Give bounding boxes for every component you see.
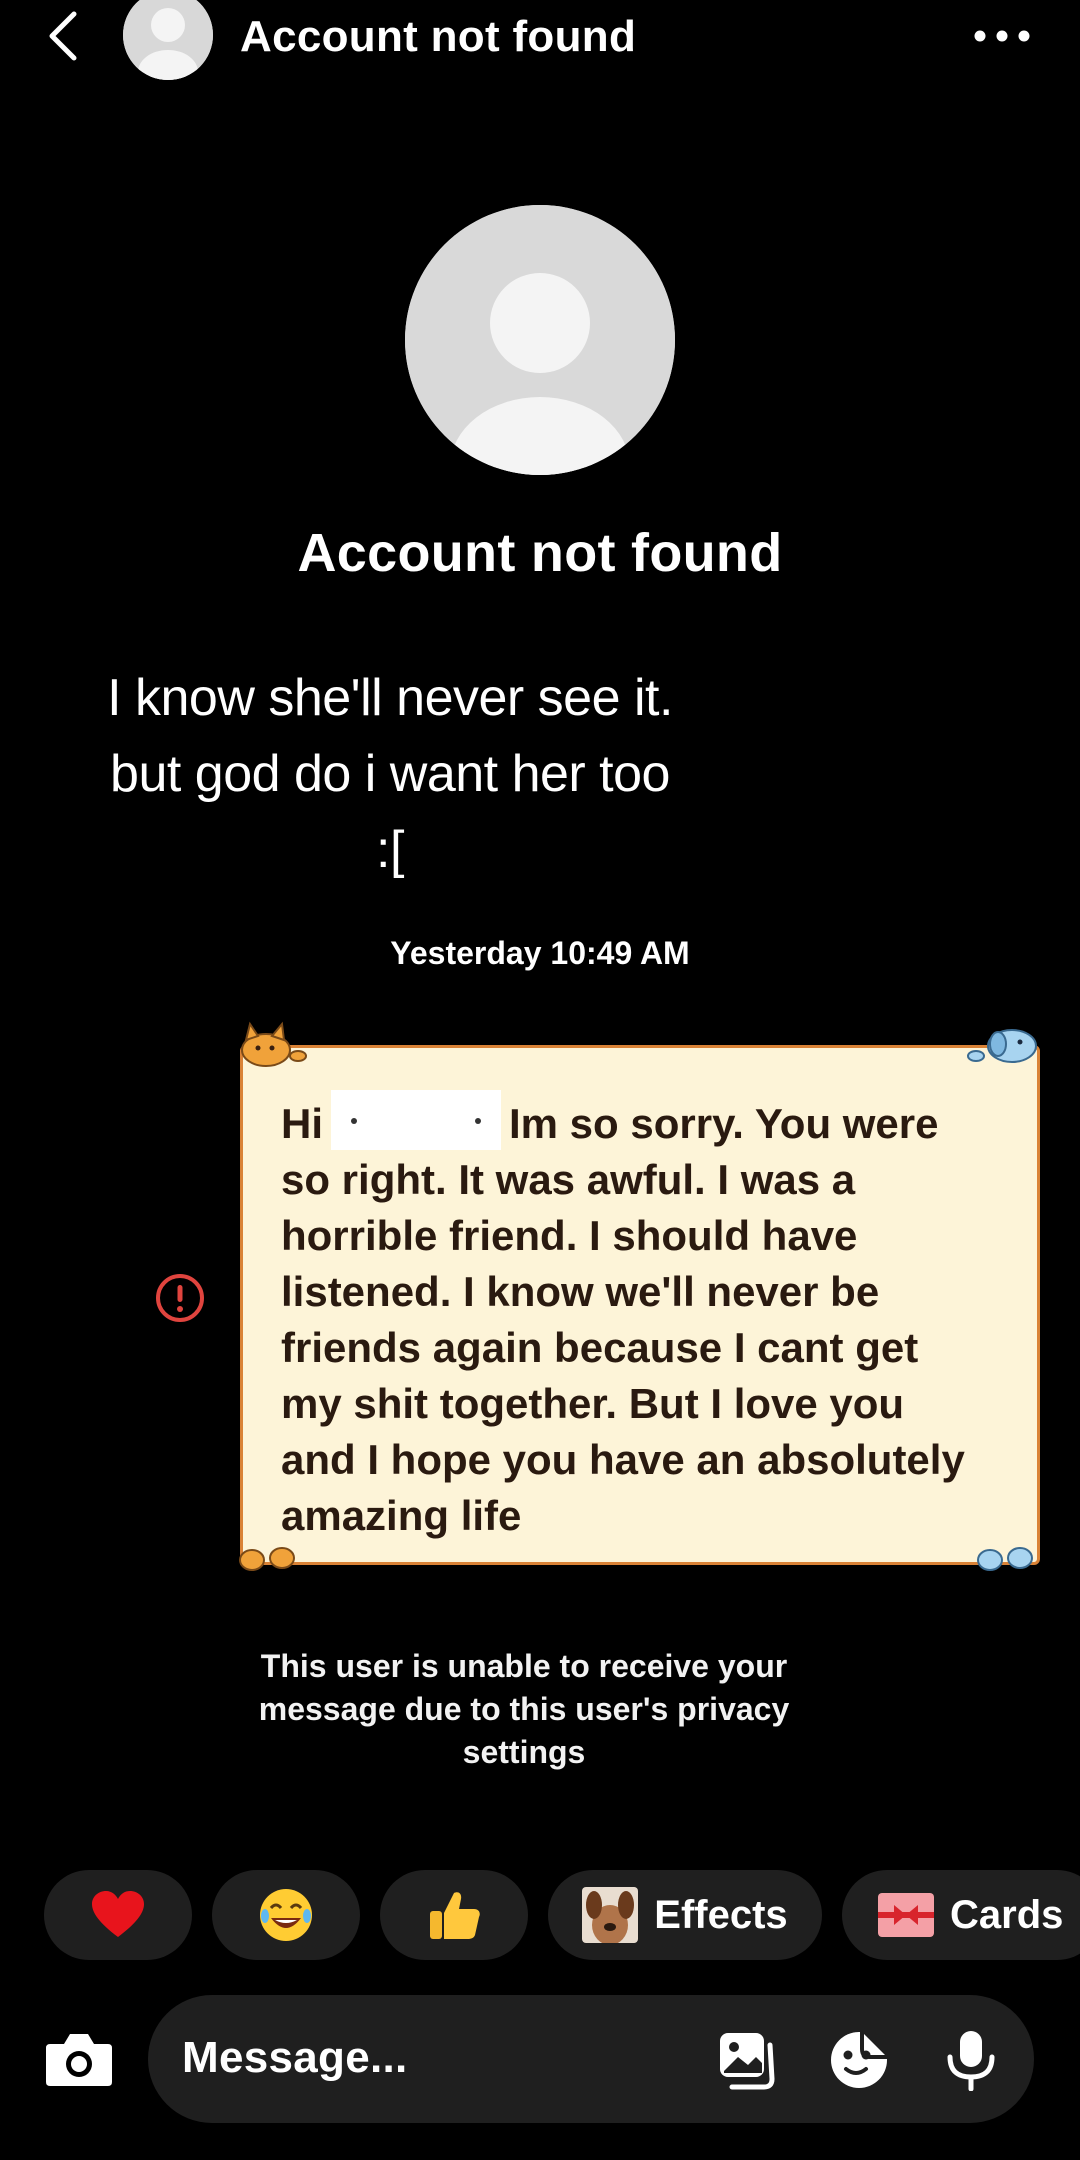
default-avatar-icon: [123, 0, 213, 80]
caption-line: I know she'll never see it.: [107, 669, 673, 727]
message-line: so right. It was awful. I was a: [281, 1156, 856, 1203]
note-line: settings: [462, 1734, 586, 1770]
effects-thumbnail: [582, 1887, 639, 1943]
paw-sticker-icon: [977, 1547, 1033, 1571]
redacted-name: [331, 1090, 501, 1150]
message-bubble[interactable]: Hi Im so sorry. You were so right. It was…: [240, 1045, 1040, 1565]
message-composer[interactable]: Message...: [148, 1995, 1034, 2123]
effects-button[interactable]: Effects: [548, 1870, 822, 1960]
dog-filter-icon: [582, 1887, 639, 1943]
message-timestamp: Yesterday 10:49 AM: [390, 935, 690, 971]
heart-icon: [92, 1891, 144, 1937]
delivery-failure-note: This user is unable to receive your mess…: [0, 1645, 1048, 1774]
quick-reaction-thumbs-up[interactable]: [380, 1870, 528, 1960]
cards-label: Cards: [950, 1892, 1064, 1937]
header-avatar[interactable]: [123, 0, 213, 80]
header-title[interactable]: Account not found: [240, 12, 636, 62]
profile-name: Account not found: [297, 523, 783, 583]
message-line: Im so sorry. You were: [509, 1100, 939, 1147]
camera-icon: [46, 2034, 112, 2086]
gallery-icon[interactable]: [716, 2029, 778, 2091]
message-line: and I hope you have an absolutely: [281, 1436, 965, 1483]
profile-avatar[interactable]: [405, 205, 675, 475]
quick-reaction-heart[interactable]: [44, 1870, 192, 1960]
laughing-face-icon: [260, 1889, 312, 1941]
note-line: This user is unable to receive your: [260, 1648, 788, 1684]
microphone-icon[interactable]: [940, 2029, 1002, 2091]
error-alert-icon[interactable]: [154, 1272, 206, 1324]
message-line: amazing life: [281, 1492, 522, 1539]
thumbs-up-icon: [430, 1892, 480, 1939]
caption-line: :[: [376, 821, 404, 879]
quick-reaction-laugh[interactable]: [212, 1870, 360, 1960]
note-line: message due to this user's privacy: [258, 1691, 790, 1727]
cards-button[interactable]: Cards: [842, 1870, 1080, 1960]
caption-line: but god do i want her too: [110, 745, 670, 803]
camera-button[interactable]: [44, 2030, 114, 2090]
effects-label: Effects: [654, 1892, 788, 1937]
cat-sticker-icon: [241, 1021, 307, 1067]
cards-thumbnail: [878, 1893, 934, 1937]
chevron-left-icon: [49, 11, 77, 61]
overlay-caption: I know she'll never see it. but god do i…: [60, 660, 720, 888]
message-line: horrible friend. I should have: [281, 1212, 858, 1259]
message-line: friends again because I cant get: [281, 1324, 919, 1371]
message-line: my shit together. But I love you: [281, 1380, 905, 1427]
paw-sticker-icon: [239, 1547, 295, 1571]
sticker-icon[interactable]: [828, 2029, 890, 2091]
message-line: listened. I know we'll never be: [281, 1268, 880, 1315]
default-avatar-icon: [405, 205, 675, 475]
message-input[interactable]: Message...: [182, 2033, 408, 2083]
more-horizontal-icon: [974, 30, 1030, 42]
chat-header: Account not found: [0, 0, 1080, 80]
message-text: Hi Im so sorry. You were so right. It was…: [281, 1090, 1021, 1544]
back-button[interactable]: [38, 8, 88, 64]
message-greeting: Hi: [281, 1100, 323, 1147]
dog-sticker-icon: [967, 1029, 1037, 1063]
more-options-button[interactable]: [970, 18, 1034, 54]
gift-card-icon: [878, 1893, 934, 1937]
